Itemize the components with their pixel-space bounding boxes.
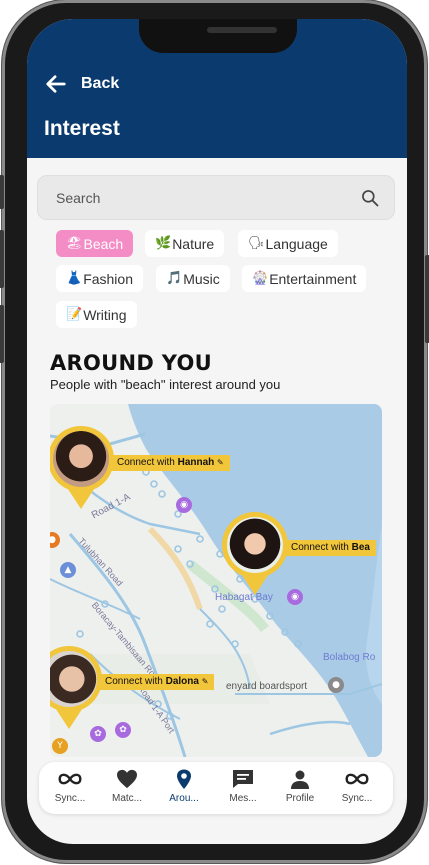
attraction-poi-icon[interactable]: ✿ (115, 722, 131, 738)
volume-up-button (0, 230, 4, 288)
arrow-left-icon (46, 75, 66, 93)
beach-icon: 🏖 (66, 236, 83, 251)
tab-sync[interactable]: Sync... (46, 768, 94, 812)
music-note-icon: 🎵 (166, 271, 183, 286)
avatar (227, 517, 283, 573)
chip-entertainment[interactable]: 🎡 Entertainment (242, 265, 367, 292)
notch (139, 19, 297, 53)
camera-poi-icon[interactable]: ◉ (287, 589, 303, 605)
leaf-icon: 🌿 (155, 236, 172, 251)
heart-icon (117, 769, 137, 789)
chip-fashion[interactable]: 👗 Fashion (56, 265, 143, 292)
chip-label: Entertainment (269, 270, 357, 287)
message-icon (233, 770, 253, 788)
infinity-icon (345, 773, 369, 785)
memo-icon: 📝 (66, 307, 83, 322)
connect-dalona-button[interactable]: Connect with Dalona ✎ (99, 674, 215, 690)
tab-profile[interactable]: Profile (276, 768, 324, 812)
chip-music[interactable]: 🎵 Music (156, 265, 230, 292)
page-title: Interest (44, 117, 120, 140)
building-poi-icon[interactable]: ▲ (60, 562, 76, 578)
place-label: Bolabog Ro (323, 652, 376, 663)
camera-poi-icon[interactable]: ◉ (176, 497, 192, 513)
chip-label: Beach (83, 235, 124, 252)
search-input[interactable] (56, 189, 360, 206)
app-screen: Back Interest 🏖Beach 🌿Nature 🗣Language 👗… (27, 19, 407, 844)
chip-language[interactable]: 🗣 Language (238, 230, 338, 257)
mute-switch (0, 175, 4, 209)
speaker-grille (207, 27, 277, 33)
around-you-heading: AROUND YOU (50, 351, 213, 375)
power-button (425, 255, 429, 343)
connect-hannah-button[interactable]: Connect with Hannah ✎ (111, 455, 230, 471)
tab-label: Sync... (54, 793, 86, 804)
map-view[interactable]: ◉ ▲ ● ◉ ✿ ✿ Y ● Road 1-A Tulubhan Road B… (50, 404, 382, 757)
profile-icon (291, 770, 309, 789)
chip-beach[interactable]: 🏖 Beach (56, 230, 134, 257)
search-bar (37, 175, 395, 220)
tab-messages[interactable]: Mes... (219, 768, 267, 812)
tab-label: Arou... (169, 793, 199, 804)
search-icon[interactable] (360, 188, 380, 208)
around-you-subtitle: People with "beach" interest around you (50, 377, 281, 392)
bottom-tab-bar: Sync... Matc... Arou... Mes... Profile S… (39, 762, 393, 814)
tab-label: Mes... (229, 793, 257, 804)
dress-icon: 👗 (66, 271, 83, 286)
attraction-poi-icon[interactable]: ✿ (90, 726, 106, 742)
chip-label: Music (183, 270, 220, 287)
tab-matches[interactable]: Matc... (103, 768, 151, 812)
pencil-icon: ✎ (201, 677, 209, 686)
ferris-wheel-icon: 🎡 (252, 271, 269, 286)
infinity-icon (58, 773, 82, 785)
avatar (53, 431, 109, 487)
chip-label: Nature (172, 235, 215, 252)
pin-poi-icon[interactable]: ● (328, 677, 344, 693)
volume-down-button (0, 305, 4, 363)
speaking-head-icon: 🗣 (248, 236, 265, 251)
chip-label: Writing (83, 306, 127, 323)
tab-label: Matc... (111, 793, 142, 804)
chip-label: Fashion (83, 270, 133, 287)
back-button[interactable]: Back (45, 73, 119, 95)
phone-frame: Back Interest 🏖Beach 🌿Nature 🗣Language 👗… (0, 0, 429, 863)
tab-around[interactable]: Arou... (160, 768, 208, 812)
back-label: Back (81, 75, 120, 92)
chip-label: Language (265, 235, 328, 252)
bar-poi-icon[interactable]: Y (52, 738, 68, 754)
chip-writing[interactable]: 📝 Writing (56, 301, 137, 328)
pencil-icon: ✎ (217, 458, 224, 467)
chip-nature[interactable]: 🌿 Nature (145, 230, 225, 257)
place-label: enyard boardsport (226, 681, 308, 692)
tab-label: Profile (285, 793, 315, 804)
tab-sync-2[interactable]: Sync... (333, 768, 381, 812)
connect-bea-button[interactable]: Connect with Bea (285, 540, 376, 556)
tab-label: Sync... (341, 793, 373, 804)
location-pin-icon (177, 769, 191, 789)
